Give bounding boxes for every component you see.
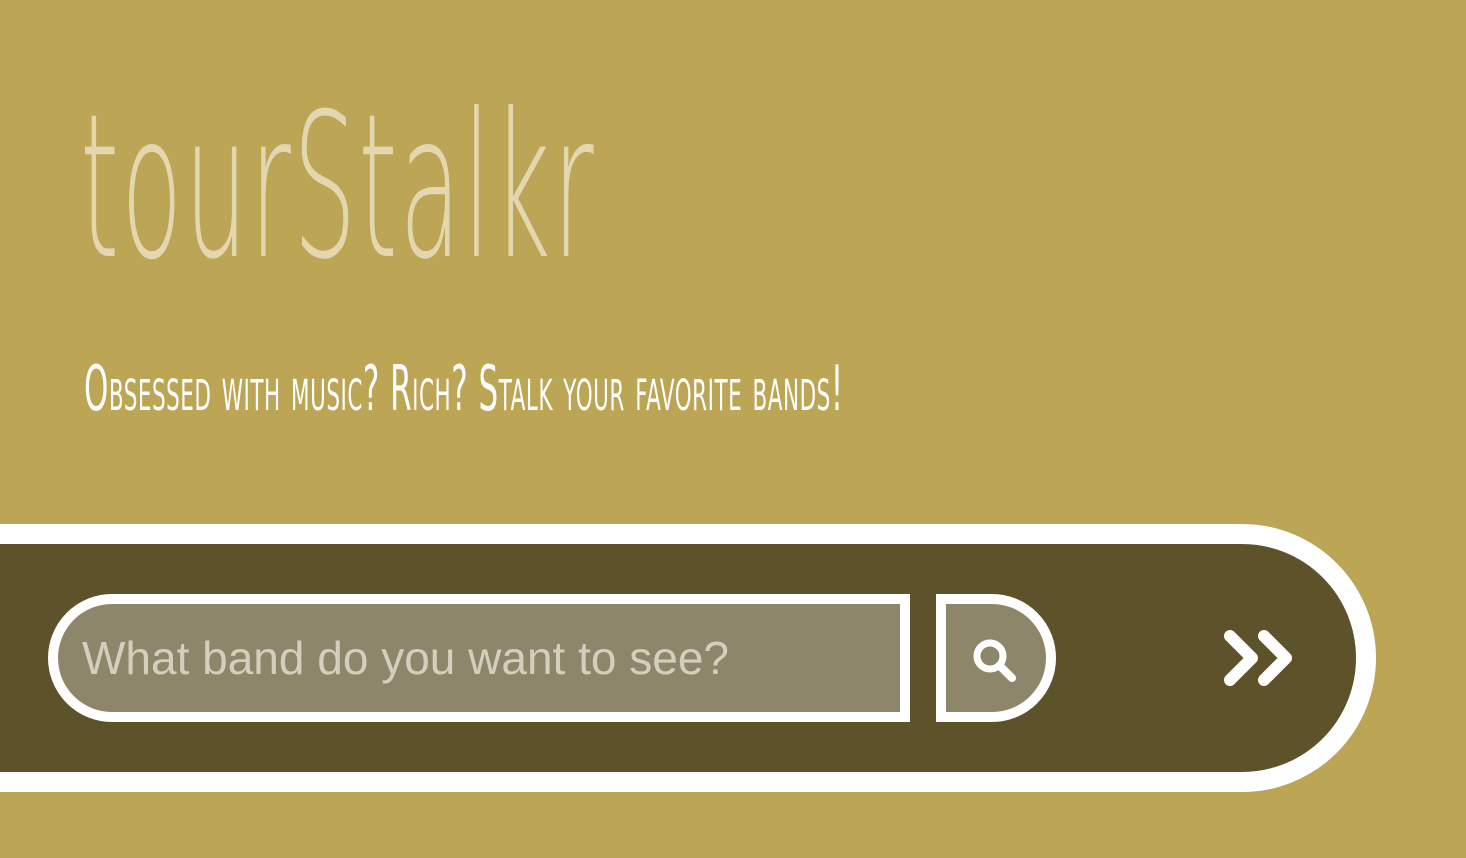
search-input[interactable] [82,604,882,712]
search-field[interactable] [48,594,910,722]
tagline: Obsessed with music? Rich? Stalk your fa… [84,352,844,425]
next-button[interactable] [1216,618,1312,698]
magnifier-icon [973,639,1016,682]
double-chevron-right-icon [1224,630,1292,686]
app-title: tourStalkr [80,71,596,304]
